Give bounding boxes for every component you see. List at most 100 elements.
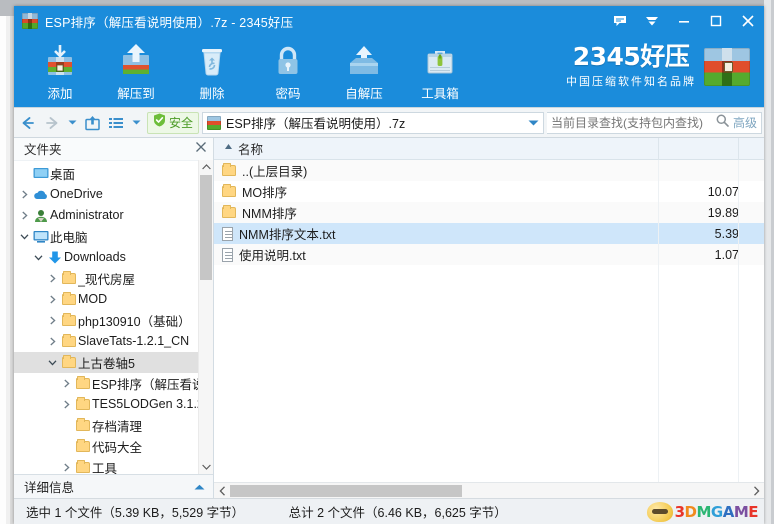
folder-icon: [62, 354, 76, 368]
column-header-name-label: 名称: [238, 143, 264, 157]
window-title: ESP排序（解压看说明使用）.7z - 2345好压: [45, 15, 294, 30]
file-list-pane: 名称 ..(上层目录) MO排序 10.07 NMM排序 19.89 NMM排序文本.tx…: [214, 137, 764, 498]
shield-check-icon: [153, 113, 166, 132]
brand-text: 2345好压 中国压缩软件知名品牌: [566, 44, 696, 89]
details-panel-header[interactable]: 详细信息: [14, 474, 213, 498]
folder-icon: [74, 396, 92, 410]
search-box[interactable]: 高级: [547, 111, 762, 134]
close-icon[interactable]: [195, 140, 207, 158]
chevron-right-icon[interactable]: [59, 463, 74, 472]
toolbar-label-toolbox: 工具箱: [421, 87, 459, 101]
chevron-down-icon[interactable]: [45, 358, 60, 367]
history-chevron-down-icon[interactable]: [64, 110, 80, 136]
file-row[interactable]: MO排序 10.07: [214, 181, 764, 202]
toolbar-label-extract-to: 解压到: [117, 87, 155, 101]
tree-item[interactable]: php130910（基础）: [14, 310, 198, 331]
search-icon[interactable]: [712, 114, 733, 132]
tree-item-label: 存档清理: [92, 419, 143, 434]
archive-icon: [207, 115, 222, 130]
tree-item-label: 此电脑: [50, 230, 88, 245]
file-row-size: 10.07: [707, 184, 739, 199]
sidebar-scroll-thumb[interactable]: [199, 174, 212, 280]
tree-item[interactable]: 工具: [14, 457, 198, 474]
toolbar-label-delete: 删除: [199, 87, 225, 101]
tree-item[interactable]: 桌面: [14, 163, 198, 184]
watermark: 3DMGAME: [646, 502, 758, 522]
download-icon: [46, 251, 64, 264]
chevron-right-icon[interactable]: [45, 316, 60, 325]
file-list-body[interactable]: ..(上层目录) MO排序 10.07 NMM排序 19.89 NMM排序文本.txt 5.…: [214, 160, 764, 482]
advanced-search-link[interactable]: 高级: [733, 114, 757, 131]
maximize-icon[interactable]: [700, 6, 732, 36]
toolbox-icon: [421, 42, 459, 82]
chevron-right-icon[interactable]: [45, 274, 60, 283]
scroll-down-icon[interactable]: [199, 459, 214, 474]
chevron-right-icon[interactable]: [17, 211, 32, 220]
status-bar: 选中 1 个文件（5.39 KB，5,529 字节） 总计 2 个文件（6.46…: [14, 498, 764, 524]
view-list-icon[interactable]: [104, 110, 128, 136]
file-row[interactable]: NMM排序文本.txt 5.39: [214, 223, 764, 244]
folder-tree[interactable]: 桌面 OneDrive Administrator 此电脑 Downloads _现代房屋…: [14, 159, 198, 474]
chevron-up-icon[interactable]: [194, 480, 205, 494]
chevron-right-icon[interactable]: [748, 483, 764, 499]
tree-item[interactable]: 上古卷轴5: [14, 351, 198, 373]
file-row-name: MO排序: [242, 186, 288, 200]
file-row[interactable]: ..(上层目录): [214, 160, 764, 181]
minimize-icon[interactable]: [668, 6, 700, 36]
toolbar-label-password: 密码: [275, 87, 301, 101]
toolbar-button-self-extract[interactable]: 自解压: [326, 36, 402, 106]
folder-icon: [74, 375, 92, 389]
sidebar-scroll-track[interactable]: [199, 174, 214, 459]
toolbar-button-add[interactable]: 添加: [22, 36, 98, 106]
file-list-horizontal-scrollbar[interactable]: [214, 482, 764, 498]
tree-item[interactable]: _现代房屋: [14, 268, 198, 289]
hscroll-thumb[interactable]: [230, 484, 462, 497]
file-row-name: ..(上层目录): [242, 165, 308, 179]
file-list-header: 名称: [214, 137, 764, 160]
chevron-right-icon[interactable]: [59, 400, 74, 409]
tree-item[interactable]: Downloads: [14, 247, 198, 268]
chevron-right-icon[interactable]: [59, 379, 74, 388]
feedback-icon[interactable]: [604, 6, 636, 36]
tree-item[interactable]: MOD: [14, 289, 198, 310]
file-row[interactable]: 使用说明.txt 1.07: [214, 244, 764, 265]
extract-to-icon: [117, 42, 155, 82]
up-level-icon[interactable]: [80, 110, 104, 136]
toolbar-button-delete[interactable]: 删除: [174, 36, 250, 106]
status-total: 总计 2 个文件（6.46 KB，6,625 字节）: [288, 506, 507, 520]
tree-item[interactable]: 此电脑: [14, 226, 198, 247]
toolbar-button-extract-to[interactable]: 解压到: [98, 36, 174, 106]
tree-item[interactable]: TES5LODGen 3.1.2: [14, 394, 198, 415]
chevron-right-icon[interactable]: [17, 190, 32, 199]
chevron-down-icon[interactable]: [17, 232, 32, 241]
tree-item[interactable]: ESP排序（解压看说: [14, 373, 198, 394]
folder-icon: [222, 205, 236, 218]
safe-badge[interactable]: 安全: [147, 111, 200, 134]
back-arrow-icon[interactable]: [16, 110, 40, 136]
sidebar-vertical-scrollbar[interactable]: [198, 159, 214, 474]
menu-dropdown-icon[interactable]: [636, 6, 668, 36]
title-bar[interactable]: ESP排序（解压看说明使用）.7z - 2345好压: [14, 6, 764, 36]
path-combobox[interactable]: ESP排序（解压看说明使用）.7z: [202, 111, 544, 134]
path-chevron-down-icon[interactable]: [522, 114, 539, 132]
tree-item[interactable]: SlaveTats-1.2.1_CN: [14, 331, 198, 352]
toolbar-button-password[interactable]: 密码: [250, 36, 326, 106]
tree-item[interactable]: 存档清理: [14, 415, 198, 436]
chevron-left-icon[interactable]: [214, 483, 230, 499]
column-header-size[interactable]: [659, 137, 739, 160]
chevron-right-icon[interactable]: [45, 337, 60, 346]
hscroll-track[interactable]: [230, 483, 748, 499]
column-header-name[interactable]: 名称: [214, 137, 659, 160]
close-icon[interactable]: [732, 6, 764, 36]
search-input[interactable]: [551, 115, 712, 130]
view-chevron-down-icon[interactable]: [128, 110, 144, 136]
chevron-right-icon[interactable]: [45, 295, 60, 304]
tree-item[interactable]: Administrator: [14, 205, 198, 226]
scroll-up-icon[interactable]: [199, 160, 214, 175]
chevron-down-icon[interactable]: [31, 253, 46, 262]
tree-item[interactable]: 代码大全: [14, 436, 198, 457]
file-row[interactable]: NMM排序 19.89: [214, 202, 764, 223]
forward-arrow-icon[interactable]: [40, 110, 64, 136]
toolbar-button-toolbox[interactable]: 工具箱: [402, 36, 478, 106]
tree-item[interactable]: OneDrive: [14, 184, 198, 205]
